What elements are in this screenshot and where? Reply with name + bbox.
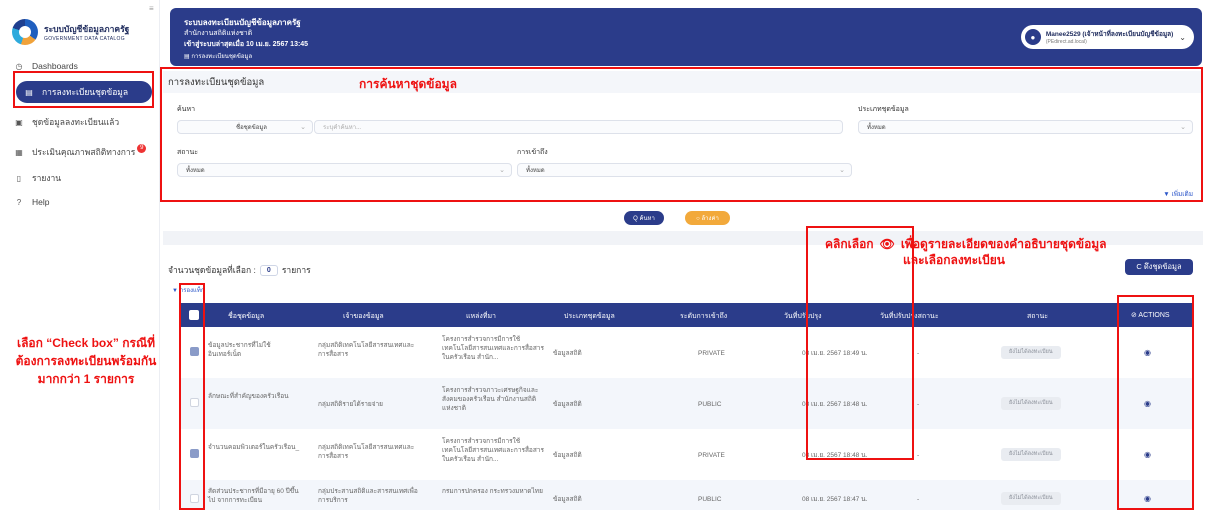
help-icon: ? [16, 197, 22, 207]
avatar: ● [1024, 29, 1041, 45]
sidebar-item-label: ประเมินคุณภาพสถิติทางการ [32, 147, 136, 157]
col-status[interactable]: สถานะ [1027, 311, 1048, 322]
chevron-down-icon: ⌄ [1179, 32, 1186, 42]
dashboard-icon: ◷ [15, 61, 23, 71]
table-row: จำนวนคอมพิวเตอร์ในครัวเรือน_ กลุ่มสถิติเ… [180, 429, 1194, 480]
selected-count-value: 0 [259, 264, 278, 276]
status-badge: ยังไม่ได้ลงทะเบียน [1001, 397, 1061, 410]
table-row: สัดส่วนประชากรที่มีอายุ 60 ปีขึ้นไป จากก… [180, 480, 1194, 510]
annotation-box-menu [13, 71, 154, 108]
clear-button[interactable]: ○ ล้างค่า [685, 211, 730, 225]
annotation-box-search [160, 67, 1203, 202]
logo-subtitle: GOVERNMENT DATA CATALOG [44, 36, 125, 42]
eye-icon: 👁 [879, 237, 895, 251]
top-header: ระบบลงทะเบียนบัญชีข้อมูลภาครัฐ สำนักงานส… [170, 8, 1202, 66]
status-badge: ยังไม่ได้ลงทะเบียน [1001, 492, 1061, 505]
annotation-box-checkboxes [179, 283, 205, 510]
sidebar-item-label: ชุดข้อมูลลงทะเบียนแล้ว [32, 117, 120, 127]
status-badge: ยังไม่ได้ลงทะเบียน [1001, 448, 1061, 461]
status-badge: ยังไม่ได้ลงทะเบียน [1001, 346, 1061, 359]
table-header: ชื่อชุดข้อมูล เจ้าของข้อมูล แหล่งที่มา ป… [180, 303, 1194, 327]
breadcrumb[interactable]: ▤ การลงทะเบียนชุดข้อมูล [184, 51, 252, 61]
selected-count: จำนวนชุดข้อมูลที่เลือก : 0 รายการ [168, 264, 311, 276]
menu-collapse-icon[interactable]: ≡ [149, 4, 154, 13]
sidebar-item-label: Help [32, 197, 50, 207]
annotation-checkbox-note: เลือก “Check box” กรณีที่ต้องการลงทะเบีย… [15, 336, 157, 386]
app-logo[interactable]: ระบบบัญชีข้อมูลภาครัฐ GOVERNMENT DATA CA… [12, 14, 158, 50]
col-owner[interactable]: เจ้าของข้อมูล [343, 311, 384, 322]
sidebar-item-registered-datasets[interactable]: ▣ ชุดข้อมูลลงทะเบียนแล้ว [12, 111, 157, 133]
col-name[interactable]: ชื่อชุดข้อมูล [228, 311, 264, 322]
annotation-search-title: การค้นหาชุดข้อมูล [359, 77, 457, 91]
annotation-box-actions [1117, 295, 1194, 510]
report-icon: ▯ [16, 173, 22, 183]
user-email: (PEdirect.ad.local) [1045, 39, 1087, 45]
user-name: Manee2529 (เจ้าหน้าที่ลงทะเบียนบัญชีข้อม… [1045, 31, 1174, 38]
annotation-click-eye: คลิกเลือก 👁 เพื่อดูรายละเอียดของคำอธิบายชุ… [825, 237, 1107, 267]
table-row: ข้อมูลประชากรที่ไม่ใช้อินเทอร์เน็ต กลุ่ม… [180, 327, 1194, 378]
table-row: ลักษณะที่สำคัญของครัวเรือน กลุ่มสถิติราย… [180, 378, 1194, 429]
notification-badge: 9 [137, 143, 147, 153]
sidebar-item-help[interactable]: ? Help [12, 191, 157, 213]
logo-title: ระบบบัญชีข้อมูลภาครัฐ [44, 24, 130, 34]
fetch-datasets-button[interactable]: C ดึงชุดข้อมูล [1125, 259, 1193, 275]
dataset-icon: ▣ [15, 117, 23, 127]
search-button[interactable]: Q ค้นหา [624, 211, 664, 225]
sidebar-item-reports[interactable]: ▯ รายงาน [12, 167, 157, 189]
col-access-level[interactable]: ระดับการเข้าถึง [680, 311, 727, 322]
col-source[interactable]: แหล่งที่มา [466, 311, 496, 322]
agency-name: สำนักงานสถิติแห่งชาติ [184, 30, 253, 37]
user-menu[interactable]: ● Manee2529 (เจ้าหน้าที่ลงทะเบียนบัญชีข้… [1020, 25, 1194, 49]
sidebar-item-label: Dashboards [32, 61, 78, 71]
col-type[interactable]: ประเภทชุดข้อมูล [564, 311, 615, 322]
grid-icon: ▦ [15, 147, 23, 157]
sidebar-item-quality-assessment[interactable]: ▦ ประเมินคุณภาพสถิติทางการ 9 [12, 141, 157, 163]
logo-icon [12, 19, 38, 45]
sidebar-item-label: รายงาน [32, 173, 62, 183]
last-login: เข้าสู่ระบบล่าสุดเมื่อ 10 เม.ย. 2567 13:… [184, 41, 309, 48]
